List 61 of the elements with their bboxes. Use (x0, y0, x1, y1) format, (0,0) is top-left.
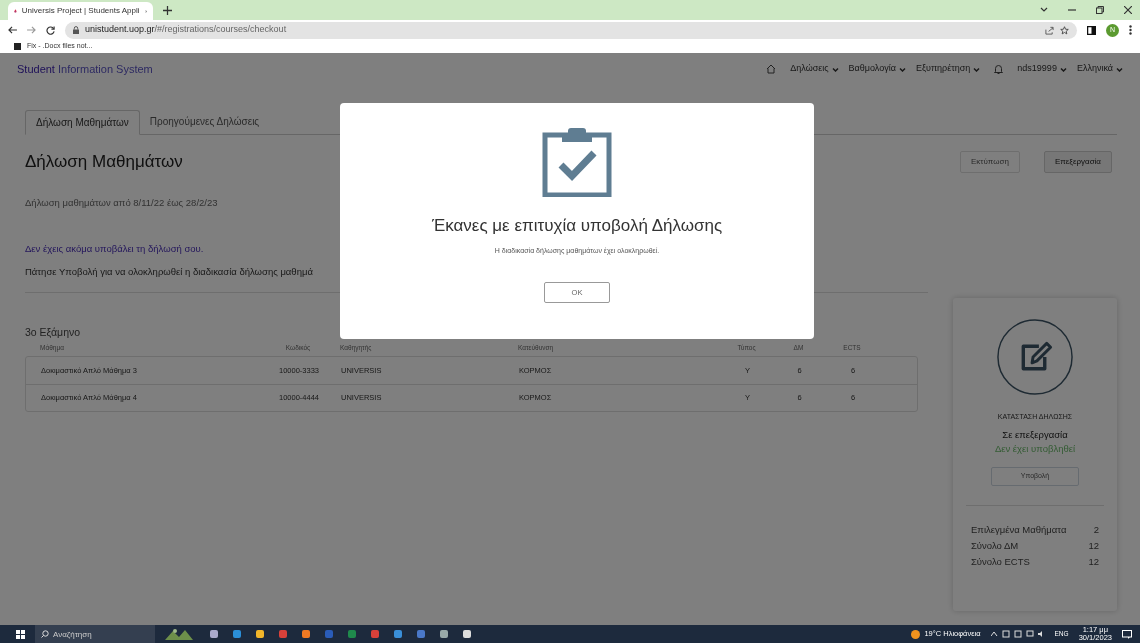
caret-icon (973, 66, 981, 72)
url-text: unistudent.uop.gr/#/registrations/courses/checkout (85, 23, 288, 37)
taskbar-app-icon[interactable] (301, 629, 311, 639)
summary-label: Σύνολο ΔΜ (971, 538, 1019, 553)
caret-icon (898, 66, 906, 72)
browser-tab[interactable]: Universis Project | Students Appli (8, 2, 153, 20)
notification-icon[interactable] (1122, 629, 1132, 639)
search-icon (41, 630, 49, 638)
taskbar-app-icon[interactable] (439, 629, 449, 639)
summary-label: Σύνολο ECTS (971, 555, 1030, 569)
restore-icon[interactable] (1096, 6, 1104, 14)
windows-start-icon[interactable] (16, 629, 25, 639)
lock-icon (73, 26, 79, 34)
sun-icon (911, 629, 921, 639)
summary-value: 12 (1088, 538, 1099, 553)
tab[interactable]: Προηγούμενες Δηλώσεις (139, 109, 270, 134)
warning-text: Δεν έχεις ακόμα υποβάλει τη δήλωσή σου. (25, 241, 204, 256)
chevron-down-icon[interactable] (1040, 7, 1048, 13)
home-icon[interactable] (766, 64, 777, 74)
caret-icon (1059, 66, 1067, 72)
period-text: Δήλωση μαθημάτων από 8/11/22 έως 28/2/23 (25, 195, 218, 210)
summary-label: Επιλεγμένα Μαθήματα (971, 522, 1067, 537)
caret-icon (831, 66, 839, 72)
taskbar-app-icon[interactable] (209, 629, 219, 639)
modal-title: Έκανες με επιτυχία υποβολή Δήλωσης (431, 215, 723, 237)
bookmark-favicon-icon (14, 43, 21, 50)
nav-menu[interactable]: Βαθμολογία (848, 62, 906, 76)
more-vertical-icon[interactable] (1129, 25, 1132, 35)
page-heading: Δήλωση Μαθημάτων (25, 151, 183, 173)
action-button[interactable]: Επεξεργασία (1043, 150, 1112, 173)
summary-value: 2 (1093, 522, 1099, 537)
brand-title[interactable]: Student Information System (17, 60, 153, 78)
clipboard-check-icon (542, 127, 612, 197)
back-arrow-icon[interactable] (8, 26, 17, 34)
flame-icon (14, 6, 17, 16)
reload-icon[interactable] (46, 25, 55, 35)
address-bar[interactable]: unistudent.uop.gr/#/registrations/courses/checkout (65, 21, 1077, 39)
tray-icons-drawing[interactable] (990, 630, 1045, 638)
taskbar-app-icon[interactable] (255, 629, 265, 639)
plus-icon[interactable] (163, 6, 172, 15)
instruction-text: Πάτησε Υποβολή για να ολοκληρωθεί η διαδικασία δήλωσης μαθημά (25, 265, 313, 279)
star-icon[interactable] (1060, 25, 1069, 35)
side-panel-icon[interactable] (1087, 25, 1096, 35)
semester-title: 3ο Εξάμηνο (25, 325, 82, 341)
user-menu[interactable]: nds19999 (1017, 62, 1067, 76)
language-menu[interactable]: Ελληνικά (1076, 62, 1123, 76)
caret-icon (1116, 66, 1123, 72)
edit-circle-icon (996, 317, 1074, 396)
nav-menu[interactable]: Εξυπηρέτηση (915, 62, 981, 76)
nav-menu[interactable]: Δηλώσεις (790, 62, 839, 76)
status-substate: Δεν έχει υποβληθεί (994, 442, 1076, 457)
tab[interactable]: Δήλωση Μαθημάτων (25, 110, 140, 135)
status-state: Σε επεξεργασία (1002, 428, 1068, 442)
taskbar-app-icon[interactable] (462, 629, 472, 639)
forward-arrow-icon[interactable] (27, 26, 36, 34)
landscape-widget-icon[interactable] (165, 628, 193, 640)
tab-title: Universis Project | Students Appli (21, 5, 140, 17)
close-icon[interactable] (1124, 6, 1132, 14)
summary-value: 12 (1088, 555, 1099, 569)
share-icon[interactable] (1045, 25, 1054, 35)
bell-icon[interactable] (994, 64, 1004, 74)
